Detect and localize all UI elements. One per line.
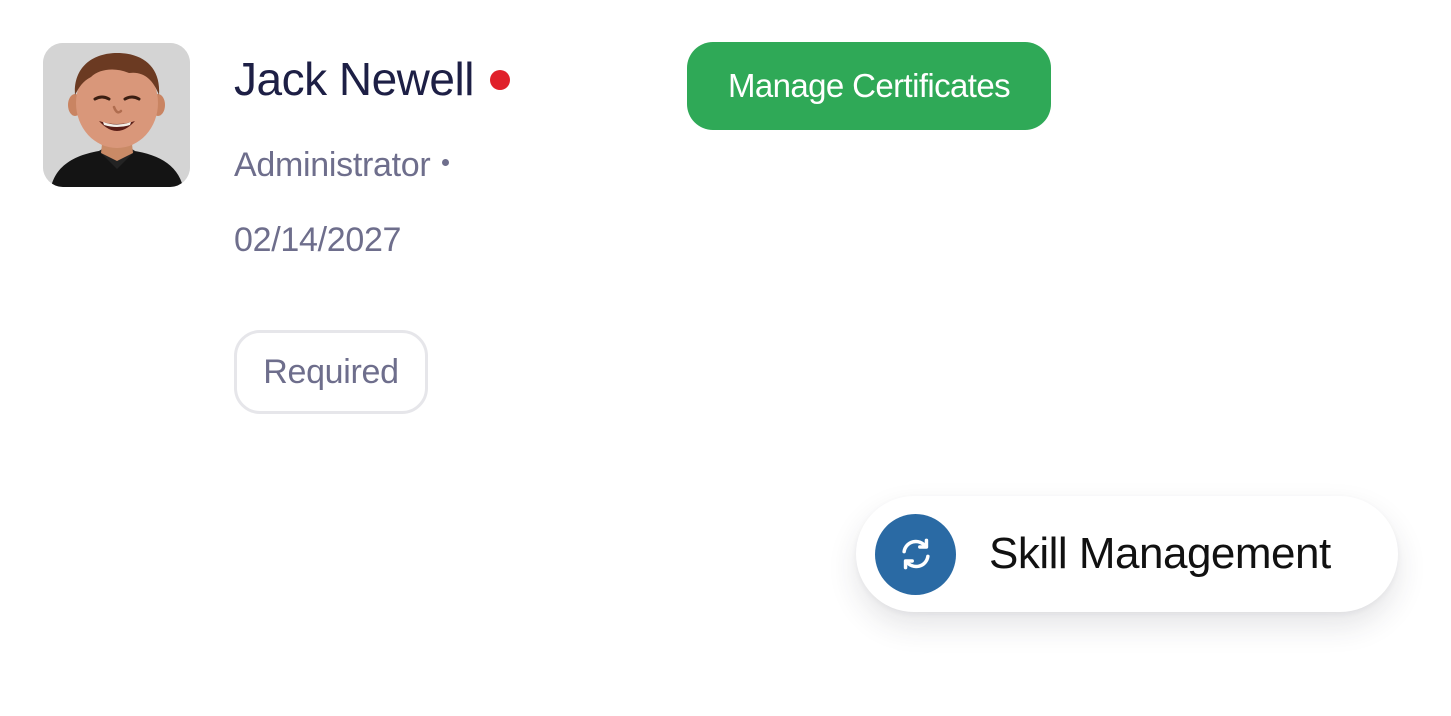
- skill-management-label: Skill Management: [989, 529, 1331, 578]
- required-badge-label: Required: [263, 352, 399, 391]
- profile-role-row: Administrator: [234, 146, 450, 185]
- avatar: [43, 43, 190, 187]
- bullet-dot-icon: [442, 159, 450, 166]
- status-dot-icon: [489, 70, 510, 90]
- manage-certificates-button[interactable]: Manage Certificates: [687, 42, 1051, 130]
- profile-role: Administrator: [234, 146, 431, 184]
- manage-certificates-label: Manage Certificates: [727, 67, 1011, 104]
- profile-date: 02/14/2027: [234, 221, 402, 259]
- refresh-icon: [875, 513, 956, 595]
- profile-name-row: Jack Newell: [234, 52, 510, 106]
- required-badge: Required: [234, 330, 428, 414]
- skill-management-card[interactable]: Skill Management: [856, 496, 1398, 612]
- profile-name: Jack Newell: [234, 53, 474, 105]
- user-photo-icon: [43, 43, 190, 187]
